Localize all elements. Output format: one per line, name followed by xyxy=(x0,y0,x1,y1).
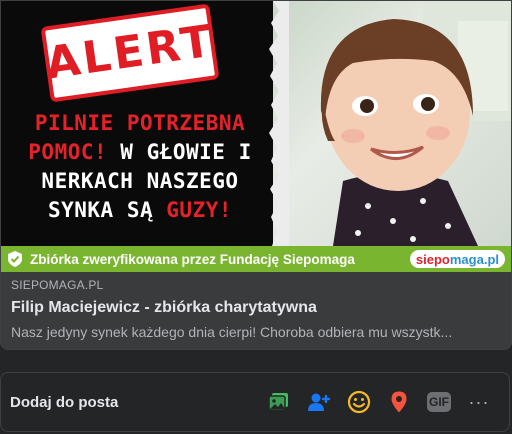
gif-label: GIF xyxy=(427,392,451,412)
child-photo xyxy=(273,1,511,246)
link-meta[interactable]: SIEPOMAGA.PL Filip Maciejewicz - zbiórka… xyxy=(11,278,501,341)
link-preview-card[interactable]: ALERT PILNIE POTRZEBNA POMOC! W GŁOWIE I… xyxy=(0,0,512,350)
logo-text-part: siepo xyxy=(415,251,450,267)
headline-part: GUZY! xyxy=(166,198,232,222)
gif-icon[interactable]: GIF xyxy=(425,388,453,416)
headline-part: POMOC! xyxy=(28,140,108,164)
headline-part: PILNIE POTRZEBNA xyxy=(34,111,246,135)
headline-part: NERKACH NASZEGO xyxy=(41,169,239,193)
preview-image[interactable]: ALERT PILNIE POTRZEBNA POMOC! W GŁOWIE I… xyxy=(1,1,511,246)
link-domain: SIEPOMAGA.PL xyxy=(11,278,104,292)
more-icon[interactable]: ··· xyxy=(465,388,493,416)
verification-text: Zbiórka zweryfikowana przez Fundację Sie… xyxy=(30,251,355,267)
check-in-icon[interactable] xyxy=(385,388,413,416)
headline-part: SYNKA SĄ xyxy=(47,198,167,222)
add-to-post-bar: Dodaj do posta GIF ··· xyxy=(0,372,510,432)
add-to-post-icons: GIF ··· xyxy=(253,388,493,416)
link-description: Nasz jedyny synek każdego dnia cierpi! C… xyxy=(11,324,453,340)
feeling-icon[interactable] xyxy=(345,388,373,416)
tag-people-icon[interactable] xyxy=(305,388,333,416)
logo-text-part: maga.pl xyxy=(449,251,499,267)
alert-stamp: ALERT xyxy=(40,3,220,103)
headline-part: W GŁOWIE I xyxy=(107,140,252,164)
photo-video-icon[interactable] xyxy=(265,388,293,416)
torn-paper-edge xyxy=(269,1,289,246)
alert-text: ALERT xyxy=(42,15,218,90)
add-to-post-label: Dodaj do posta xyxy=(10,393,119,411)
siepomaga-logo: siepo maga.pl xyxy=(409,250,505,268)
verified-shield-icon xyxy=(8,251,22,267)
link-title[interactable]: Filip Maciejewicz - zbiórka charytatywna xyxy=(11,298,501,318)
child-photo-illustration xyxy=(320,1,511,246)
preview-headline: PILNIE POTRZEBNA POMOC! W GŁOWIE I NERKA… xyxy=(11,109,269,225)
